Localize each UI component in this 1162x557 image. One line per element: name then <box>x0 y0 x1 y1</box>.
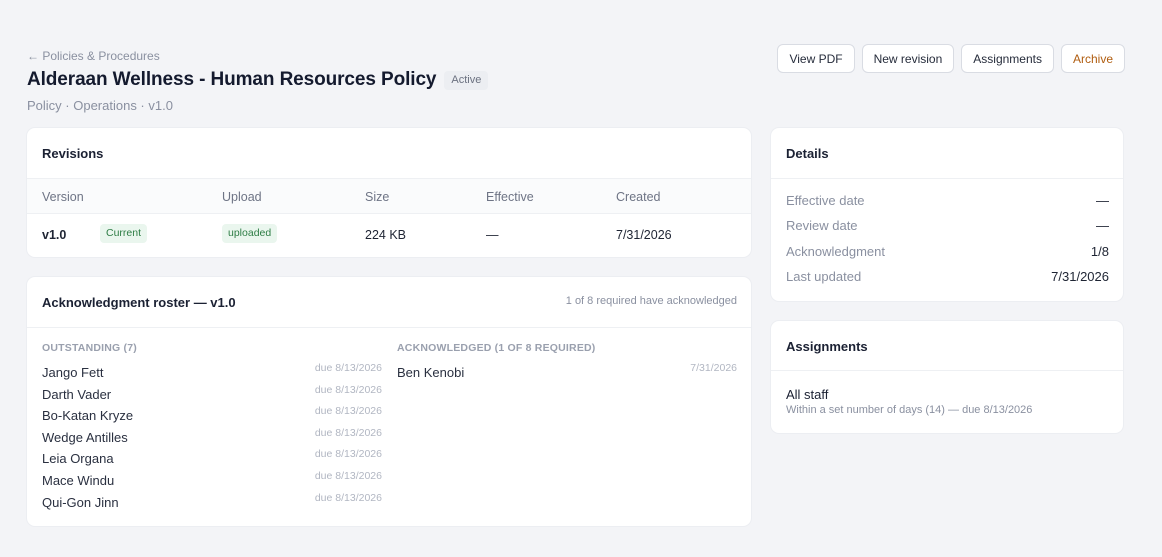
revision-created: 7/31/2026 <box>616 228 672 242</box>
assignment-description: Within a set number of days (14) — due 8… <box>786 404 1033 416</box>
archive-button[interactable]: Archive <box>1060 44 1125 73</box>
acknowledged-date: 7/31/2026 <box>690 362 737 374</box>
view-pdf-button[interactable]: View PDF <box>777 44 855 73</box>
detail-value: 1/8 <box>1090 244 1109 259</box>
status-badge: Active <box>444 70 489 90</box>
due-date: due 8/13/2026 <box>314 426 382 439</box>
list-item: Qui-Gon Jinn due 8/13/2026 <box>42 491 382 516</box>
due-date: due 8/13/2026 <box>314 383 382 396</box>
new-revision-button[interactable]: New revision <box>861 44 955 73</box>
list-item: Darth Vader due 8/13/2026 <box>42 383 382 408</box>
outstanding-heading: OUTSTANDING (7) <box>42 342 137 354</box>
person-name: Mace Windu <box>42 472 115 488</box>
person-name: Qui-Gon Jinn <box>42 494 119 510</box>
person-name: Bo-Katan Kryze <box>42 408 134 424</box>
current-badge: Current <box>100 224 148 243</box>
detail-value: — <box>1096 193 1109 208</box>
column-header-size: Size <box>365 190 390 204</box>
detail-value: — <box>1096 218 1109 233</box>
due-date: due 8/13/2026 <box>314 448 382 461</box>
column-header-version: Version <box>42 190 84 204</box>
list-item: Wedge Antilles due 8/13/2026 <box>42 426 382 451</box>
due-date: due 8/13/2026 <box>314 469 382 482</box>
person-name: Leia Organa <box>42 451 114 467</box>
detail-value: 7/31/2026 <box>1051 269 1109 284</box>
detail-label: Review date <box>786 218 858 233</box>
detail-row-review-date: Review date — <box>786 218 1109 238</box>
assignments-button[interactable]: Assignments <box>961 44 1054 73</box>
page-subtitle: Policy · Operations · v1.0 <box>27 98 173 113</box>
roster-summary: 1 of 8 required have acknowledged <box>565 295 737 307</box>
roster-title: Acknowledgment roster — v1.0 <box>42 295 236 310</box>
list-item: Mace Windu due 8/13/2026 <box>42 469 382 494</box>
due-date: due 8/13/2026 <box>314 491 382 504</box>
upload-status-badge: uploaded <box>222 224 278 243</box>
acknowledgment-roster-card: Acknowledgment roster — v1.0 1 of 8 requ… <box>27 277 751 526</box>
assignments-title: Assignments <box>786 339 868 354</box>
revision-version: v1.0 <box>42 228 67 242</box>
action-bar: View PDF New revision Assignments Archiv… <box>777 44 1125 73</box>
column-header-upload: Upload <box>222 190 262 204</box>
revisions-title: Revisions <box>42 146 104 161</box>
table-row[interactable]: v1.0 Current uploaded 224 KB — 7/31/2026 <box>27 214 751 257</box>
divider <box>771 370 1123 371</box>
person-name: Ben Kenobi <box>397 365 465 380</box>
list-item: Jango Fett due 8/13/2026 <box>42 362 382 386</box>
revisions-card: Revisions Version Upload Size Effective … <box>27 128 751 257</box>
due-date: due 8/13/2026 <box>314 362 382 374</box>
due-date: due 8/13/2026 <box>314 405 382 418</box>
revision-effective: — <box>486 228 499 242</box>
person-name: Darth Vader <box>42 386 112 402</box>
detail-row-effective-date: Effective date — <box>786 193 1109 213</box>
person-name: Wedge Antilles <box>42 429 128 445</box>
detail-label: Last updated <box>786 269 862 284</box>
assignments-card: Assignments All staff Within a set numbe… <box>771 321 1123 433</box>
detail-row-acknowledgment: Acknowledgment 1/8 <box>786 244 1109 264</box>
divider <box>27 327 751 328</box>
page-header: ← Policies & Procedures Alderaan Wellnes… <box>27 44 1125 113</box>
column-header-effective: Effective <box>486 190 534 204</box>
detail-row-last-updated: Last updated 7/31/2026 <box>786 269 1109 289</box>
list-item: Bo-Katan Kryze due 8/13/2026 <box>42 405 382 429</box>
outstanding-list: Jango Fett due 8/13/2026 Darth Vader due 8… <box>42 362 382 516</box>
acknowledged-heading: ACKNOWLEDGED (1 OF 8 REQUIRED) <box>397 342 596 354</box>
detail-label: Effective date <box>786 193 865 208</box>
person-name: Jango Fett <box>42 365 104 380</box>
details-title: Details <box>786 146 829 161</box>
revision-size: 224 KB <box>365 228 407 242</box>
revisions-table-header: Version Upload Size Effective Created <box>27 178 751 214</box>
divider <box>771 178 1123 179</box>
acknowledged-list: Ben Kenobi 7/31/2026 <box>397 362 737 386</box>
details-card: Details Effective date — Review date — A… <box>771 128 1123 301</box>
column-header-created: Created <box>616 190 661 204</box>
list-item: Ben Kenobi 7/31/2026 <box>397 362 737 386</box>
page-title: Alderaan Wellness - Human Resources Poli… <box>27 69 437 90</box>
assignment-name: All staff <box>786 387 829 402</box>
list-item: Leia Organa due 8/13/2026 <box>42 448 382 472</box>
detail-label: Acknowledgment <box>786 244 885 259</box>
